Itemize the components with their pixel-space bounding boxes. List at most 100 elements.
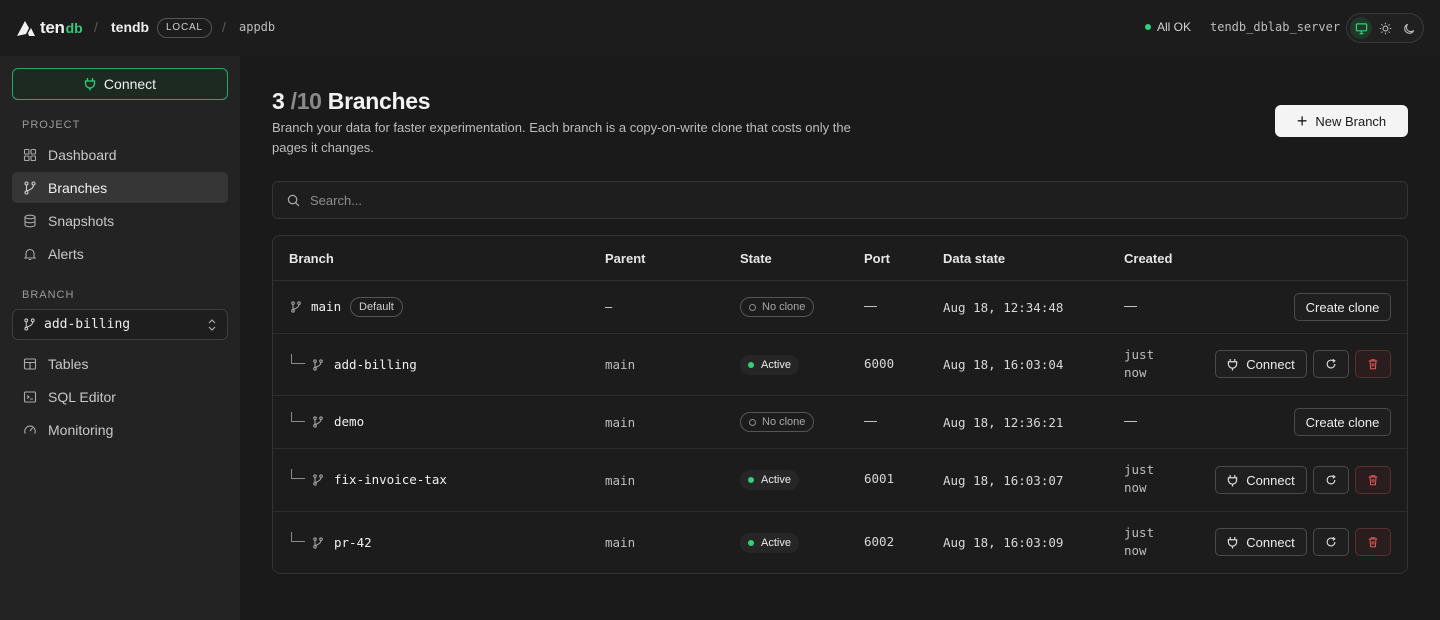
- theme-system-button[interactable]: [1350, 17, 1372, 39]
- sidebar-connect-button[interactable]: Connect: [12, 68, 228, 100]
- connect-button[interactable]: Connect: [1215, 466, 1307, 494]
- delete-button[interactable]: [1355, 350, 1391, 378]
- data-state-value: Aug 18, 16:03:09: [943, 535, 1064, 550]
- connect-label: Connect: [1246, 356, 1295, 372]
- plug-icon: [1228, 358, 1238, 370]
- created-value: just: [1124, 462, 1155, 477]
- breadcrumb-project[interactable]: tendb: [111, 19, 149, 35]
- branch-name[interactable]: demo: [334, 414, 364, 429]
- gauge-icon: [22, 422, 38, 438]
- refresh-button[interactable]: [1313, 350, 1349, 378]
- logo-text: ten: [40, 18, 65, 37]
- sidebar-item-dashboard[interactable]: Dashboard: [12, 139, 228, 170]
- search-icon: [287, 194, 300, 206]
- breadcrumb-separator: /: [222, 19, 226, 35]
- create-clone-button[interactable]: Create clone: [1294, 293, 1391, 321]
- column-header-branch[interactable]: Branch: [289, 251, 334, 266]
- connect-button[interactable]: Connect: [1215, 528, 1307, 556]
- connect-label: Connect: [1246, 472, 1295, 488]
- state-badge: No clone: [740, 412, 815, 432]
- chevron-up-down-icon: [208, 319, 216, 331]
- search-input[interactable]: [310, 192, 1310, 208]
- branch-name[interactable]: main: [311, 299, 341, 314]
- new-branch-button[interactable]: + New Branch: [1275, 105, 1408, 137]
- branch-section-label: BRANCH: [22, 289, 75, 301]
- state-label: Active: [761, 537, 791, 549]
- sidebar-item-label: Monitoring: [48, 421, 114, 438]
- parent-value: –: [605, 299, 613, 314]
- trash-icon: [1368, 359, 1378, 370]
- theme-light-button[interactable]: [1374, 17, 1396, 39]
- project-section-label: PROJECT: [22, 119, 81, 131]
- new-branch-label: New Branch: [1315, 113, 1387, 129]
- page-title: 3 /10 Branches: [272, 88, 431, 115]
- tree-connector: [291, 412, 305, 422]
- state-label: No clone: [762, 301, 806, 313]
- delete-button[interactable]: [1355, 528, 1391, 556]
- column-header-parent[interactable]: Parent: [605, 251, 645, 266]
- theme-dark-button[interactable]: [1398, 17, 1420, 39]
- terminal-icon: [22, 389, 38, 405]
- state-badge: No clone: [740, 297, 815, 317]
- trash-icon: [1368, 475, 1378, 486]
- column-header-port[interactable]: Port: [864, 251, 890, 266]
- database-icon: [22, 213, 38, 229]
- table-row: add-billing main Active 6000 Aug 18, 16:…: [273, 334, 1407, 396]
- branch-name[interactable]: pr-42: [334, 535, 372, 550]
- created-value: now: [1124, 365, 1147, 380]
- column-header-state[interactable]: State: [740, 251, 772, 266]
- tree-connector: [291, 532, 305, 542]
- refresh-button[interactable]: [1313, 528, 1349, 556]
- sidebar-item-tables[interactable]: Tables: [12, 348, 228, 379]
- page-title-text: Branches: [327, 88, 431, 114]
- branch-count-total: 10: [296, 88, 322, 114]
- port-value: —: [864, 298, 877, 313]
- plug-icon: [84, 78, 96, 91]
- created-value: now: [1124, 543, 1147, 558]
- logo[interactable]: ten db: [16, 18, 83, 38]
- branch-selector[interactable]: add-billing: [12, 309, 228, 340]
- plug-icon: [1228, 536, 1238, 548]
- branches-table: Branch Parent State Port Data state Crea…: [272, 235, 1408, 574]
- table-row: demo main No clone — Aug 18, 12:36:21 — …: [273, 396, 1407, 449]
- table-header: Branch Parent State Port Data state Crea…: [273, 236, 1407, 281]
- sidebar-item-alerts[interactable]: Alerts: [12, 238, 228, 269]
- status-text: All OK: [1157, 20, 1192, 34]
- empty-circle-icon: [749, 303, 756, 311]
- breadcrumb-database[interactable]: appdb: [239, 20, 275, 34]
- branch-icon: [291, 301, 301, 313]
- sidebar-item-label: Snapshots: [48, 212, 115, 229]
- branch-icon: [313, 537, 323, 549]
- connect-button[interactable]: Connect: [1215, 350, 1307, 378]
- sidebar-item-branches[interactable]: Branches: [12, 172, 228, 203]
- state-badge: Active: [740, 470, 799, 490]
- sidebar-item-monitoring[interactable]: Monitoring: [12, 414, 228, 445]
- branch-name[interactable]: fix-invoice-tax: [334, 472, 447, 487]
- state-label: No clone: [762, 416, 806, 428]
- logo-icon: [17, 21, 35, 36]
- branch-count-current: 3: [272, 88, 285, 114]
- table-row: fix-invoice-tax main Active 6001 Aug 18,…: [273, 449, 1407, 512]
- branch-icon: [23, 318, 36, 331]
- branch-name[interactable]: add-billing: [334, 357, 417, 372]
- logo-db-text: db: [65, 20, 83, 36]
- sidebar-item-snapshots[interactable]: Snapshots: [12, 205, 228, 236]
- column-header-data-state[interactable]: Data state: [943, 251, 1005, 266]
- state-label: Active: [761, 359, 791, 371]
- delete-button[interactable]: [1355, 466, 1391, 494]
- status-dot-icon: [748, 362, 754, 368]
- branch-icon: [313, 474, 323, 486]
- sidebar-item-sql-editor[interactable]: SQL Editor: [12, 381, 228, 412]
- tree-connector: [291, 469, 305, 479]
- breadcrumb-separator: /: [94, 19, 98, 35]
- refresh-button[interactable]: [1313, 466, 1349, 494]
- sidebar-item-label: Alerts: [48, 245, 84, 262]
- create-clone-button[interactable]: Create clone: [1294, 408, 1391, 436]
- state-badge: Active: [740, 533, 799, 553]
- trash-icon: [1368, 537, 1378, 548]
- monitor-icon: [1355, 22, 1367, 34]
- status-dot-icon: [1145, 24, 1151, 30]
- column-header-created[interactable]: Created: [1124, 251, 1172, 266]
- plus-icon: +: [1296, 111, 1308, 131]
- branch-icon: [313, 416, 323, 428]
